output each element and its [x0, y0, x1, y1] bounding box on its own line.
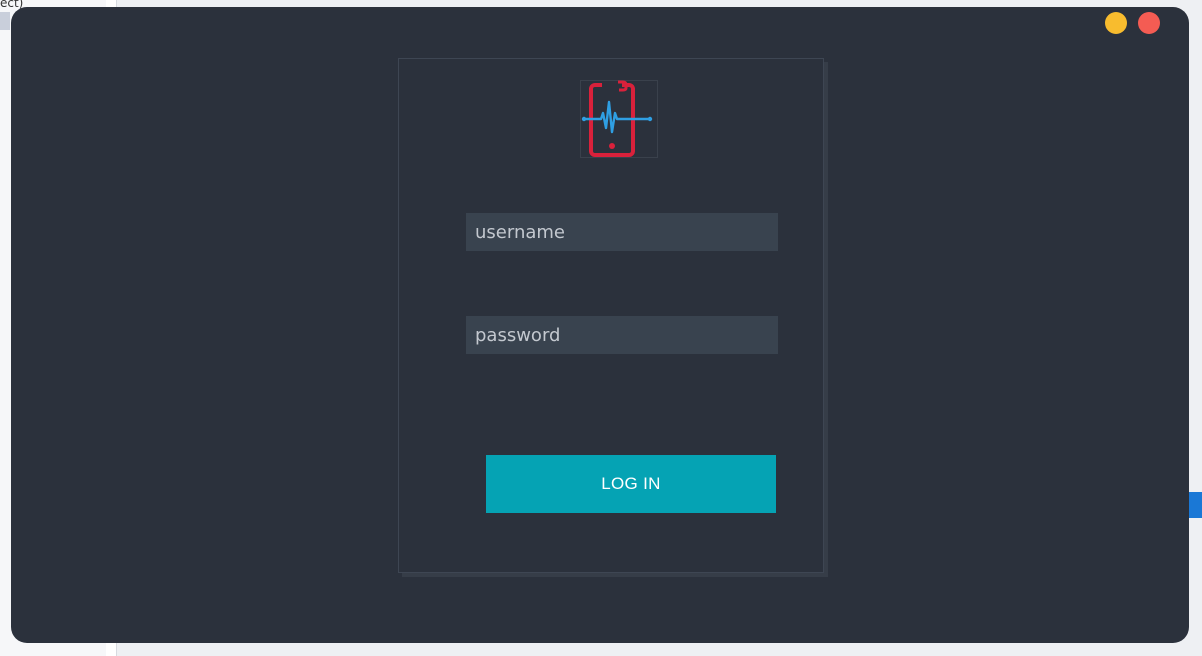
minimize-button[interactable] — [1105, 12, 1127, 34]
username-input[interactable] — [466, 213, 778, 251]
background-accent — [1188, 492, 1202, 518]
close-button[interactable] — [1138, 12, 1160, 34]
phone-heartbeat-icon — [580, 80, 658, 158]
login-window: LOG IN — [11, 7, 1189, 643]
login-panel: LOG IN — [398, 58, 824, 573]
login-button[interactable]: LOG IN — [486, 455, 776, 513]
password-input[interactable] — [466, 316, 778, 354]
background-selection — [0, 12, 10, 30]
